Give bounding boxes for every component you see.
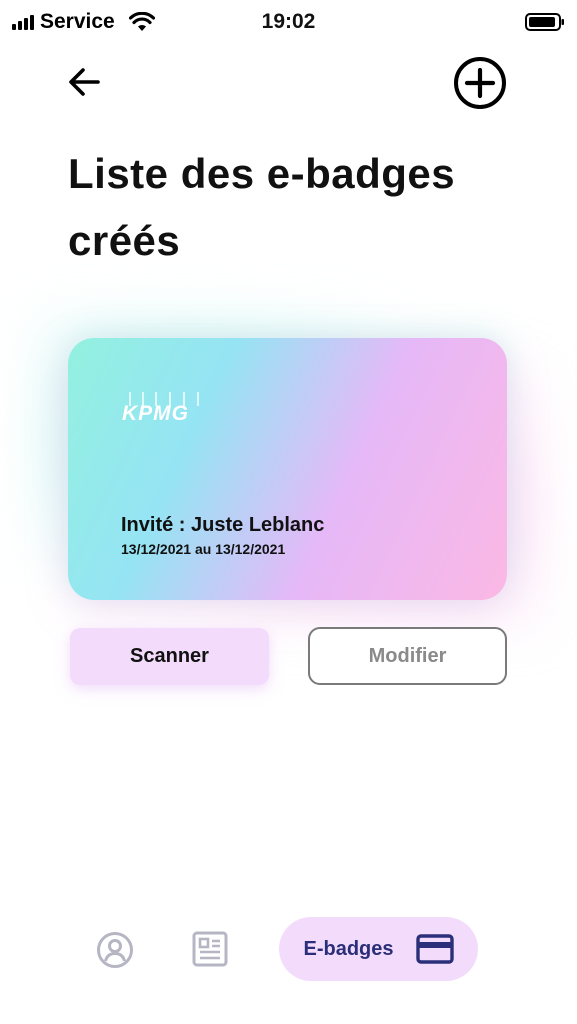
card-icon xyxy=(415,934,454,964)
guest-name: Invité : Juste Leblanc xyxy=(121,514,325,536)
badge-card[interactable]: KPMG Invité : Juste Leblanc 13/12/2021 a… xyxy=(68,338,507,600)
company-logo: KPMG xyxy=(122,392,212,425)
edit-button[interactable]: Modifier xyxy=(308,627,507,685)
plus-circle-icon[interactable] xyxy=(452,55,508,111)
back-button[interactable] xyxy=(64,62,104,102)
battery-icon xyxy=(525,13,564,31)
profile-icon[interactable] xyxy=(96,931,134,969)
page-title: Liste des e-badges créés xyxy=(68,150,456,264)
status-bar: Service 19:02 xyxy=(0,0,577,46)
document-icon[interactable] xyxy=(192,931,228,967)
scan-button[interactable]: Scanner xyxy=(70,628,269,685)
validity-dates: 13/12/2021 au 13/12/2021 xyxy=(121,541,286,557)
nav-ebadges-label: E-badges xyxy=(303,937,394,960)
arrow-left-icon xyxy=(69,68,100,96)
nav-ebadges[interactable]: E-badges xyxy=(279,917,478,981)
status-time: 19:02 xyxy=(261,10,316,33)
logo-text: KPMG xyxy=(122,402,189,425)
